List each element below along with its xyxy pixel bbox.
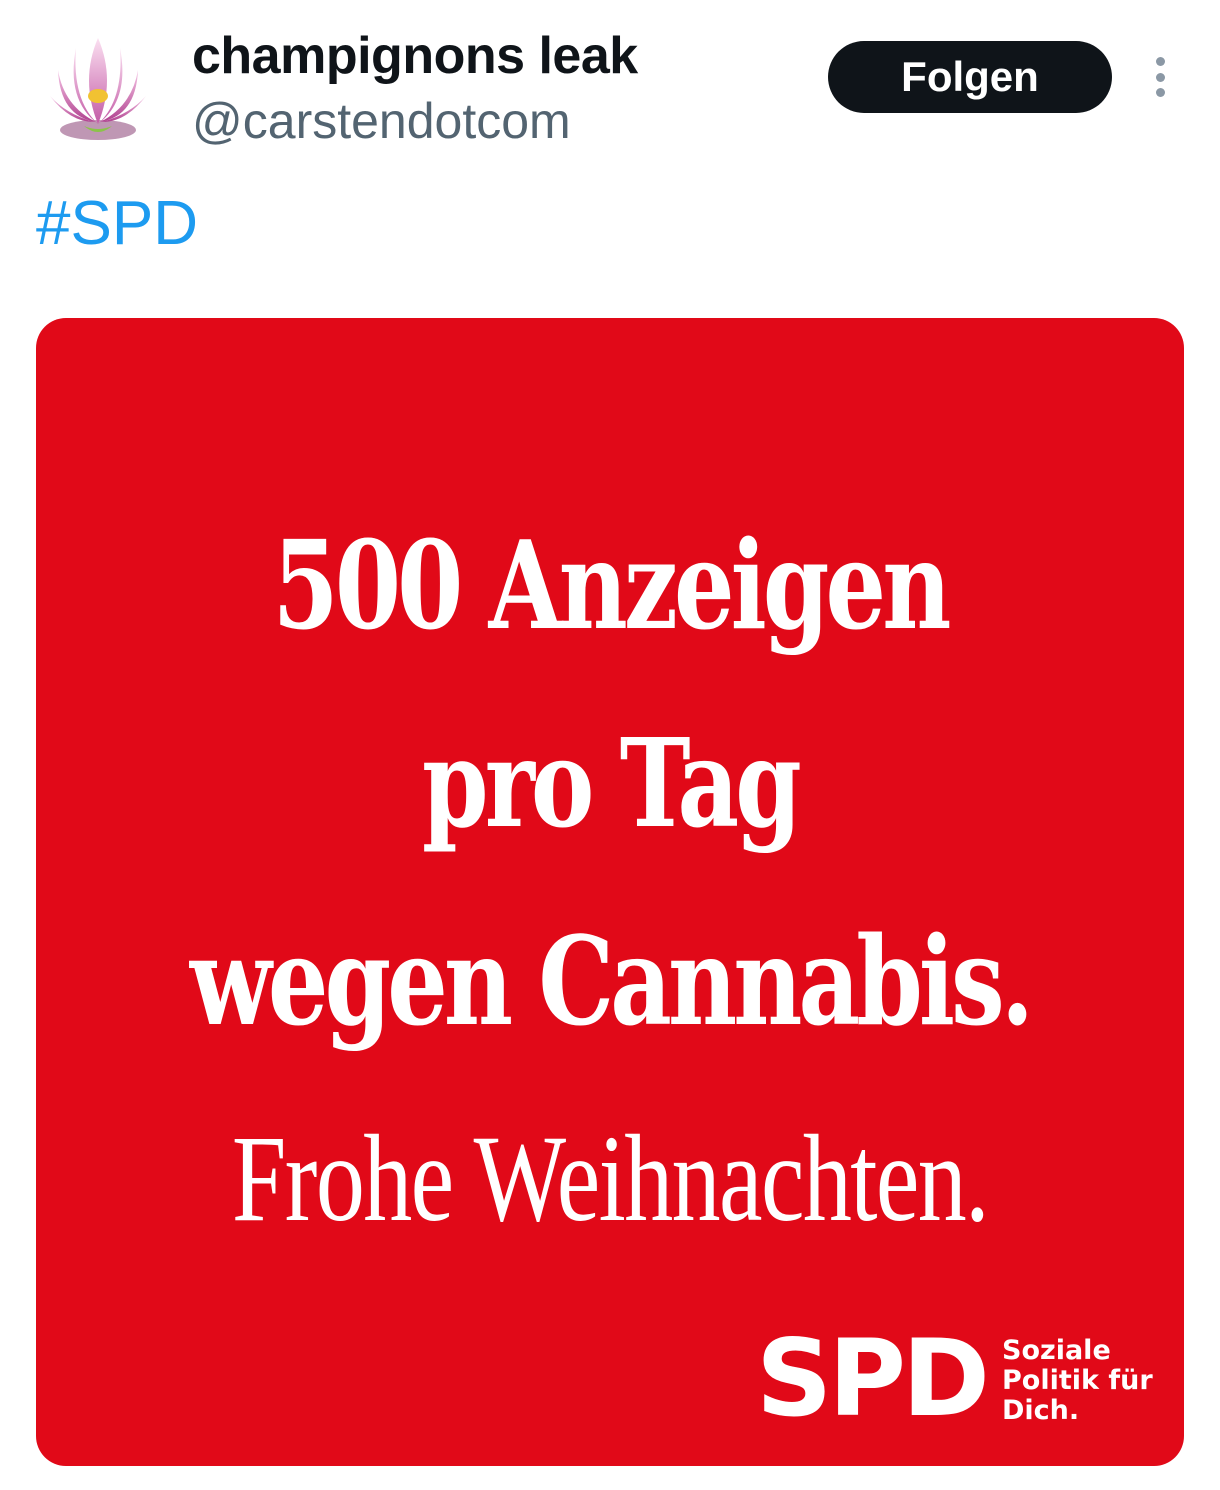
- follow-button-label: Folgen: [901, 53, 1039, 100]
- avatar[interactable]: [36, 30, 160, 154]
- slogan-line: Soziale: [1002, 1335, 1111, 1366]
- tweet: champignons leak @carstendotcom Folgen #…: [0, 0, 1220, 1490]
- author-display-name[interactable]: champignons leak: [192, 26, 638, 86]
- follow-button[interactable]: Folgen: [828, 41, 1112, 113]
- lotus-flower-icon: [50, 38, 146, 140]
- slogan-line: Dich.: [1002, 1395, 1080, 1426]
- headline-line: wegen Cannabis.: [189, 909, 1034, 1053]
- hashtag-link[interactable]: #SPD: [36, 188, 198, 259]
- slogan-line: Politik für: [1002, 1365, 1153, 1396]
- spd-slogan: Soziale Politik für Dich.: [1002, 1336, 1153, 1426]
- headline-line: pro Tag: [422, 711, 802, 855]
- poster-headline: 500 Anzeigen pro Tag wegen Cannabis.: [162, 486, 1057, 1080]
- tweet-media-image[interactable]: 500 Anzeigen pro Tag wegen Cannabis. Fro…: [36, 318, 1184, 1466]
- more-options-button[interactable]: [1140, 52, 1180, 102]
- author-handle[interactable]: @carstendotcom: [192, 92, 571, 150]
- poster-greeting: Frohe Weihnachten.: [231, 1110, 990, 1247]
- spd-logo: SPD: [756, 1317, 990, 1440]
- headline-line: 500 Anzeigen: [272, 513, 952, 657]
